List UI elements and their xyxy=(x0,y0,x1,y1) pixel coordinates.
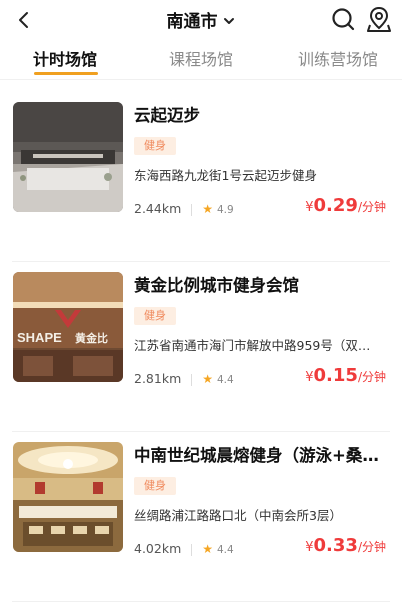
venue-list: 云起迈步 健身 东海西路九龙街1号云起迈步健身 2.44km ★ 4.9 ¥0.2… xyxy=(0,92,402,602)
venue-name: 中南世纪城晨熔健身（游泳+桑… xyxy=(134,446,379,465)
venue-card[interactable]: 中南世纪城晨熔健身（游泳+桑… 健身 丝绸路浦江路路口北（中南会所3层） 4.0… xyxy=(12,432,390,602)
tab-course-venues[interactable]: 课程场馆 xyxy=(169,46,233,70)
venue-card[interactable]: SHAPE 黄金比 黄金比例城市健身会馆 健身 江苏省南通市海门市解放中路959… xyxy=(12,262,390,432)
rating-text: 4.9 xyxy=(217,204,234,216)
venue-meta: 2.81km ★ 4.4 xyxy=(134,371,234,386)
star-icon: ★ xyxy=(202,202,214,216)
price: ¥0.29/分钟 xyxy=(305,195,386,216)
venue-name: 云起迈步 xyxy=(134,106,200,125)
svg-text:黄金比: 黄金比 xyxy=(75,331,108,345)
venue-name: 黄金比例城市健身会馆 xyxy=(134,276,299,295)
venue-meta: 2.44km ★ 4.9 xyxy=(134,201,234,216)
search-button[interactable] xyxy=(330,6,356,32)
price-unit: /分钟 xyxy=(357,540,386,554)
venue-meta: 4.02km ★ 4.4 xyxy=(134,541,234,556)
price: ¥0.15/分钟 xyxy=(305,365,386,386)
category-tag: 健身 xyxy=(134,307,176,325)
price-amount: 0.33 xyxy=(313,535,358,556)
active-tab-indicator xyxy=(34,72,98,75)
price-unit: /分钟 xyxy=(357,200,386,214)
distance-text: 2.81km xyxy=(134,371,182,386)
star-icon: ★ xyxy=(202,372,214,386)
category-tag: 健身 xyxy=(134,137,176,155)
divider xyxy=(191,203,193,216)
price-unit: /分钟 xyxy=(357,370,386,384)
distance-text: 4.02km xyxy=(134,541,182,556)
rating-text: 4.4 xyxy=(217,374,234,386)
venue-photo xyxy=(13,102,123,212)
price-currency: ¥ xyxy=(305,540,314,555)
venue-address: 东海西路九龙街1号云起迈步健身 xyxy=(134,168,317,183)
divider xyxy=(191,373,193,386)
venue-address: 丝绸路浦江路路口北（中南会所3层） xyxy=(134,508,342,523)
chevron-down-icon xyxy=(223,18,234,24)
divider xyxy=(191,543,193,556)
top-nav-bar: 南通市 xyxy=(0,0,402,40)
search-icon xyxy=(332,8,355,31)
venue-card[interactable]: 云起迈步 健身 东海西路九龙街1号云起迈步健身 2.44km ★ 4.9 ¥0.2… xyxy=(12,92,390,262)
price: ¥0.33/分钟 xyxy=(305,535,386,556)
star-icon: ★ xyxy=(202,542,214,556)
location-pin-icon xyxy=(367,6,391,32)
tab-training-camp-venues[interactable]: 训练营场馆 xyxy=(298,46,378,70)
venue-photo: SHAPE 黄金比 xyxy=(13,272,123,382)
category-tag: 健身 xyxy=(134,477,176,495)
rating-text: 4.4 xyxy=(217,544,234,556)
price-currency: ¥ xyxy=(305,200,314,215)
distance-text: 2.44km xyxy=(134,201,182,216)
svg-text:SHAPE: SHAPE xyxy=(17,330,62,345)
price-amount: 0.15 xyxy=(313,365,358,386)
venue-photo xyxy=(13,442,123,552)
price-amount: 0.29 xyxy=(313,195,358,216)
city-name: 南通市 xyxy=(166,12,218,32)
venue-type-tabs: 计时场馆 课程场馆 训练营场馆 xyxy=(0,40,402,80)
map-location-button[interactable] xyxy=(366,5,392,33)
tab-timed-venues[interactable]: 计时场馆 xyxy=(33,46,97,70)
price-currency: ¥ xyxy=(305,370,314,385)
venue-address: 江苏省南通市海门市解放中路959号（双… xyxy=(134,338,371,353)
